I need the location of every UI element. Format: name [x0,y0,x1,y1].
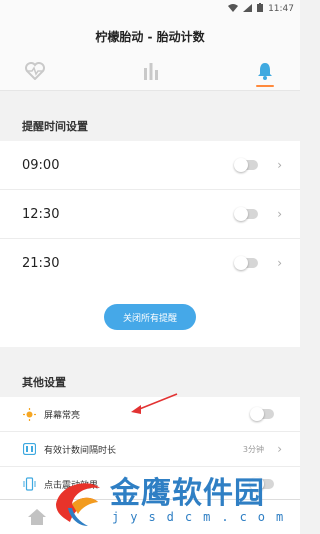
heart-pulse-icon [25,62,45,80]
bell-icon [258,63,272,80]
interval-value: 3分钟 [242,444,264,454]
watermark-title: 金鹰软件园 [110,476,265,511]
reminder-toggle[interactable] [234,158,258,172]
battery-icon [257,3,264,15]
setting-label: 屏幕常亮 [44,410,81,421]
home-icon [28,509,46,525]
reminder-row[interactable]: 21:30 › [0,238,300,287]
close-all-wrap: 关闭所有提醒 [0,287,300,347]
tab-heartbeat[interactable] [20,56,50,86]
reminder-row[interactable]: 12:30 › [0,189,300,238]
bar-chart-icon [144,63,158,80]
reminder-toggle[interactable] [234,207,258,221]
status-time: 11:47 [268,4,294,14]
chevron-right-icon: › [277,442,282,456]
reminder-row[interactable]: 09:00 › [0,141,300,189]
close-all-reminders-button[interactable]: 关闭所有提醒 [104,304,196,330]
eagle-logo [56,483,100,526]
app-header: 柠檬胎动 - 胎动计数 [0,18,300,91]
keep-screen-on-toggle[interactable] [250,407,274,421]
setting-label: 有效计数间隔时长 [44,445,117,456]
chevron-right-icon: › [277,256,282,270]
home-button[interactable] [27,508,47,530]
tab-bar [0,56,300,87]
reminder-toggle[interactable] [234,256,258,270]
reminder-time: 12:30 [22,206,60,222]
annotation-arrow [131,393,178,414]
reminder-time: 21:30 [22,255,60,271]
sun-icon [22,407,36,421]
watermark: 金鹰软件园 jysdcm.com [50,468,300,534]
status-bar: 11:47 [0,0,300,18]
reminder-list: 09:00 › 12:30 › 21:30 › 关闭所有提醒 [0,141,300,347]
timer-icon [22,442,36,456]
setting-count-interval[interactable]: 有效计数间隔时长 3分钟 › [0,431,300,466]
signal-icon [243,3,253,15]
wifi-icon [228,3,239,15]
tab-reminders[interactable] [250,56,280,86]
watermark-url: jysdcm.com [112,510,295,524]
reminder-time: 09:00 [22,157,60,173]
tab-statistics[interactable] [136,56,166,86]
chevron-right-icon: › [277,158,282,172]
page-title: 柠檬胎动 - 胎动计数 [95,30,205,44]
chevron-right-icon: › [277,207,282,221]
vibrate-icon [22,477,36,491]
active-tab-indicator [256,85,274,87]
reminder-section-title: 提醒时间设置 [22,120,88,133]
